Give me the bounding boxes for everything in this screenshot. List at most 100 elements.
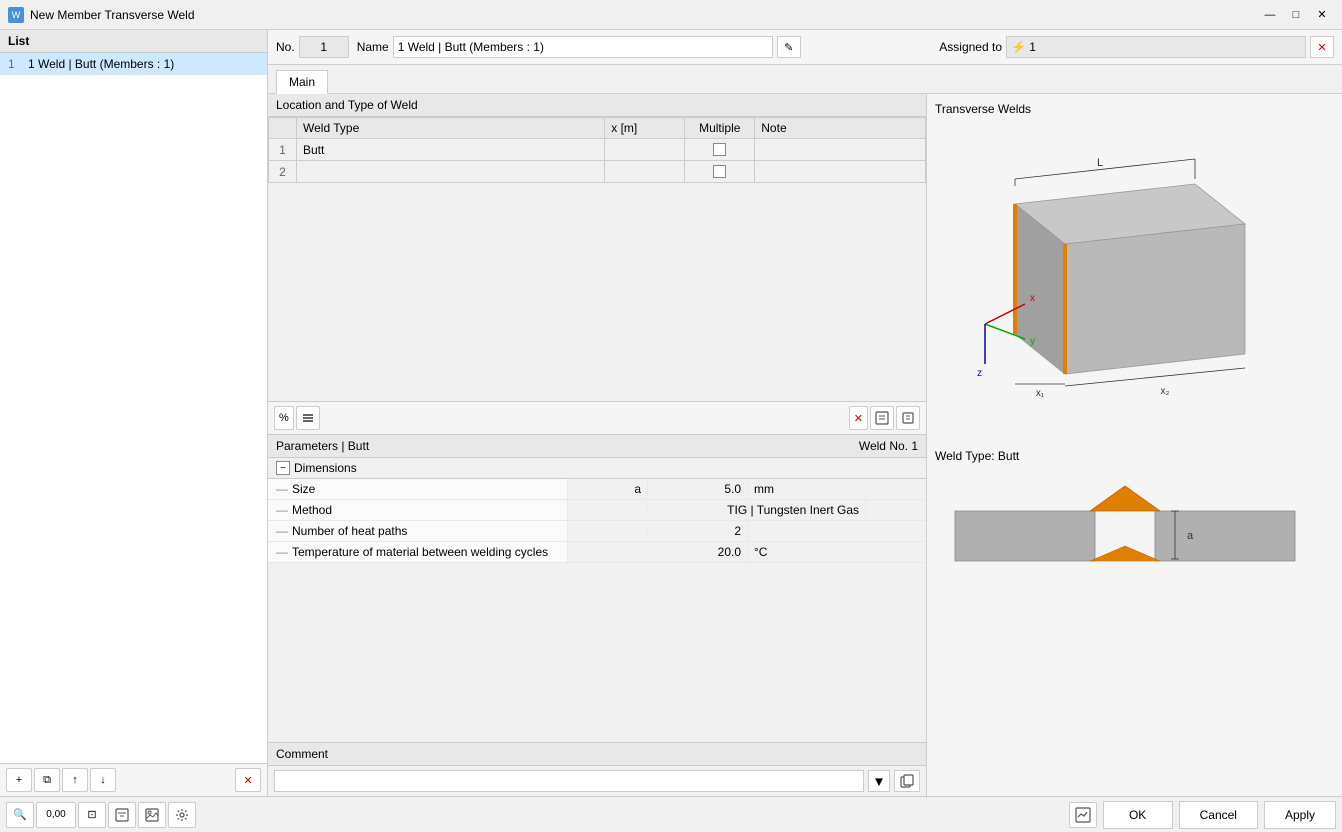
percent-button[interactable]: % xyxy=(274,406,294,430)
no-input[interactable] xyxy=(299,36,349,58)
table-toolbar: % ✕ xyxy=(268,401,926,435)
no-label: No. xyxy=(276,40,295,54)
move-up-button[interactable]: ↑ xyxy=(62,768,88,792)
center-panel: Location and Type of Weld Weld Type x [m… xyxy=(268,94,927,796)
param-temp-unit: °C xyxy=(748,542,808,562)
filter-bottom-button[interactable] xyxy=(108,802,136,828)
right-panel: No. Name ✎ Assigned to ✕ Main xyxy=(268,30,1342,796)
col-note: Note xyxy=(755,118,926,139)
assigned-clear-button[interactable]: ✕ xyxy=(1310,36,1334,58)
num-bottom-button[interactable]: 0,00 xyxy=(36,802,76,828)
close-button[interactable]: ✕ xyxy=(1310,5,1334,25)
dimensions-label: Dimensions xyxy=(294,461,357,475)
maximize-button[interactable]: □ xyxy=(1284,5,1308,25)
svg-text:x: x xyxy=(1030,293,1035,304)
param-temp-label: —Temperature of material between welding… xyxy=(268,542,568,562)
minimize-button[interactable]: — xyxy=(1258,5,1282,25)
name-input[interactable] xyxy=(393,36,773,58)
multiple-checkbox-1[interactable] xyxy=(713,143,726,156)
param-method-extra xyxy=(568,507,648,513)
param-size-value[interactable]: 5.0 xyxy=(648,479,748,499)
svg-text:L: L xyxy=(1097,157,1103,169)
svg-text:a: a xyxy=(1187,530,1194,542)
col-weld-type: Weld Type xyxy=(297,118,605,139)
assigned-label: Assigned to xyxy=(939,40,1002,54)
transverse-welds-title: Transverse Welds xyxy=(935,102,1334,116)
param-size-extra: a xyxy=(568,479,648,499)
comment-header: Comment xyxy=(268,743,926,766)
param-method-value[interactable]: TIG | Tungsten Inert Gas xyxy=(648,500,866,520)
viz-footer-button[interactable] xyxy=(1069,802,1097,828)
cancel-button[interactable]: Cancel xyxy=(1179,801,1258,829)
transverse-weld-diagram: L x₁ x₂ x y xyxy=(935,124,1315,404)
comment-copy-button[interactable] xyxy=(894,770,920,792)
svg-text:x₂: x₂ xyxy=(1161,386,1170,397)
viz-lower: Weld Type: Butt xyxy=(935,449,1334,788)
new-item-button[interactable]: + xyxy=(6,768,32,792)
comment-dropdown-button[interactable]: ▼ xyxy=(868,770,890,792)
svg-text:z: z xyxy=(977,368,982,379)
params-content: − Dimensions —Size a 5.0 mm xyxy=(268,458,926,742)
comment-section: Comment ▼ xyxy=(268,742,926,796)
svg-text:y: y xyxy=(1030,336,1035,347)
left-panel: List 1 1 Weld | Butt (Members : 1) + ⧉ ↑… xyxy=(0,30,268,796)
table-delete-button[interactable]: ✕ xyxy=(849,406,868,430)
ok-button[interactable]: OK xyxy=(1103,801,1173,829)
param-heatpaths-value[interactable]: 2 xyxy=(648,521,748,541)
param-temp-extra xyxy=(568,549,648,555)
list-container: 1 1 Weld | Butt (Members : 1) xyxy=(0,53,267,763)
copy-item-button[interactable]: ⧉ xyxy=(34,768,60,792)
weld-type-title: Weld Type: Butt xyxy=(935,449,1334,463)
weld-table: Weld Type x [m] Multiple Note 1 Butt xyxy=(268,117,926,183)
butt-weld-diagram: a xyxy=(935,471,1315,601)
param-size-unit: mm xyxy=(748,479,808,499)
weld-no: Weld No. 1 xyxy=(859,439,918,453)
param-size-label: —Size xyxy=(268,479,568,499)
table-edit-btn1[interactable] xyxy=(870,406,894,430)
location-section-header: Location and Type of Weld xyxy=(268,94,926,117)
sort-button[interactable] xyxy=(296,406,320,430)
multiple-checkbox-2[interactable] xyxy=(713,165,726,178)
dimensions-group-header: − Dimensions xyxy=(268,458,926,479)
svg-text:x₁: x₁ xyxy=(1036,388,1045,399)
param-heatpaths-row: —Number of heat paths 2 xyxy=(268,521,926,542)
list-item-number: 1 xyxy=(8,57,24,71)
delete-item-button[interactable]: ✕ xyxy=(235,768,261,792)
param-heatpaths-extra xyxy=(568,528,648,534)
left-toolbar: + ⧉ ↑ ↓ ✕ xyxy=(0,763,267,796)
comment-input[interactable] xyxy=(274,770,864,792)
list-header: List xyxy=(0,30,267,53)
collapse-button[interactable]: − xyxy=(276,461,290,475)
param-temp-value[interactable]: 20.0 xyxy=(648,542,748,562)
title-bar: W New Member Transverse Weld — □ ✕ xyxy=(0,0,1342,30)
header-row: No. Name ✎ Assigned to ✕ xyxy=(268,30,1342,65)
col-num xyxy=(269,118,297,139)
table-row[interactable]: 1 Butt xyxy=(269,139,926,161)
window-title: New Member Transverse Weld xyxy=(30,8,195,22)
comment-input-row: ▼ xyxy=(268,766,926,796)
apply-button[interactable]: Apply xyxy=(1264,801,1336,829)
search-bottom-button[interactable]: 🔍 xyxy=(6,802,34,828)
table-row[interactable]: 2 xyxy=(269,161,926,183)
main-content-split: Location and Type of Weld Weld Type x [m… xyxy=(268,94,1342,796)
bottom-toolbar: 🔍 0,00 ⊡ OK Cancel Apply xyxy=(0,796,1342,832)
table-edit-btn2[interactable] xyxy=(896,406,920,430)
move-down-button[interactable]: ↓ xyxy=(90,768,116,792)
assigned-input[interactable] xyxy=(1006,36,1306,58)
list-item-label: 1 Weld | Butt (Members : 1) xyxy=(28,57,174,71)
viz-upper: Transverse Welds xyxy=(935,102,1334,441)
param-heatpaths-label: —Number of heat paths xyxy=(268,521,568,541)
col-x: x [m] xyxy=(605,118,685,139)
params-title: Parameters | Butt xyxy=(276,439,369,453)
tabs-row: Main xyxy=(268,65,1342,94)
param-method-unit xyxy=(866,507,926,513)
params-header: Parameters | Butt Weld No. 1 xyxy=(268,435,926,458)
list-item[interactable]: 1 1 Weld | Butt (Members : 1) xyxy=(0,53,267,75)
name-edit-button[interactable]: ✎ xyxy=(777,36,801,58)
image-bottom-button[interactable] xyxy=(138,802,166,828)
app-icon: W xyxy=(8,7,24,23)
select-bottom-button[interactable]: ⊡ xyxy=(78,802,106,828)
tab-main[interactable]: Main xyxy=(276,70,328,94)
settings-bottom-button[interactable] xyxy=(168,802,196,828)
param-method-label: —Method xyxy=(268,500,568,520)
